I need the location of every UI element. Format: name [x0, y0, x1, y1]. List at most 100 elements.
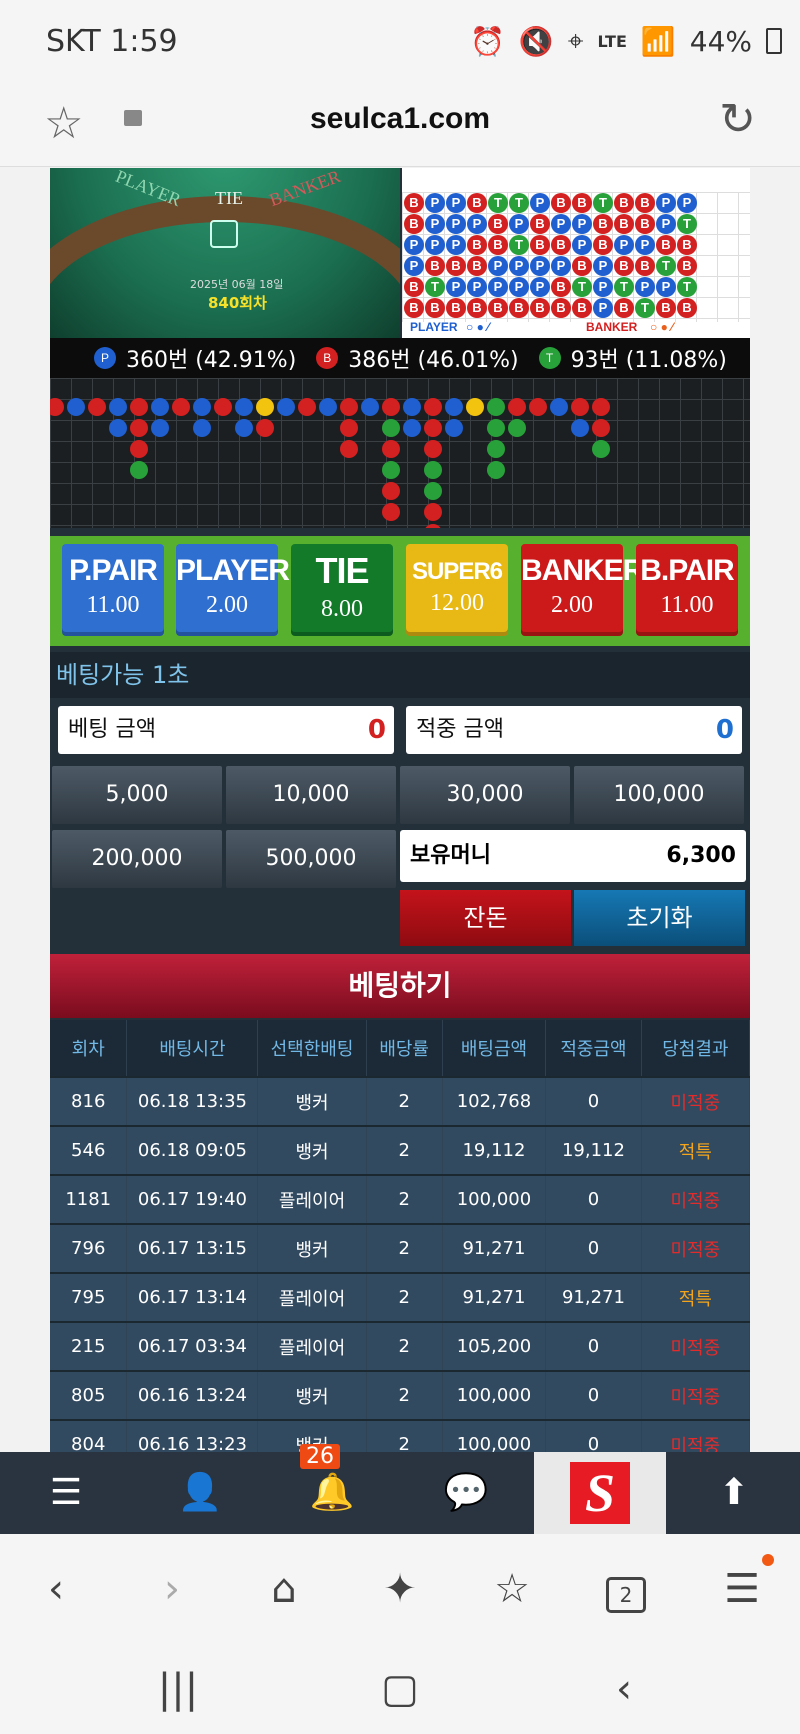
url-text[interactable]: seulca1.com: [0, 102, 800, 136]
chat-icon[interactable]: 💬: [436, 1470, 496, 1516]
reload-icon[interactable]: ↻: [719, 94, 756, 145]
table-cell: 06.18 13:35: [126, 1076, 259, 1126]
table-cell: 뱅커: [257, 1125, 367, 1175]
big-road-marker: [256, 419, 274, 437]
roadmap-bead: B: [551, 235, 571, 255]
table-cell: 뱅커: [257, 1370, 367, 1420]
roadmap-bead: B: [656, 298, 676, 318]
table-cell: 546: [50, 1125, 128, 1175]
big-road-marker: [424, 398, 442, 416]
bet-history: 회차 배팅시간 선택한배팅 배당률 배팅금액 적중금액 당첨결과 816 06.1…: [50, 1020, 750, 1452]
table-cell: 06.17 13:14: [126, 1272, 259, 1322]
roadmap-bead: T: [677, 277, 697, 297]
bet-odds: 2.00: [551, 592, 593, 618]
site-logo[interactable]: S: [534, 1452, 666, 1534]
change-button[interactable]: 잔돈: [400, 890, 571, 946]
bet-b-pair-button[interactable]: B.PAIR 11.00: [636, 544, 738, 636]
legend-player-markers: ○ ● ⁄: [466, 320, 490, 334]
table-cell: 100,000: [442, 1174, 547, 1224]
tabs-icon[interactable]: 2: [596, 1566, 656, 1613]
table-cell: 2: [366, 1370, 443, 1420]
mute-icon: 🔇: [518, 24, 554, 58]
table-cell: 미적중: [641, 1174, 750, 1224]
location-icon: ⌖: [567, 24, 584, 57]
bet-banker-button[interactable]: BANKER 2.00: [521, 544, 644, 636]
roadmap-bead: B: [572, 256, 592, 276]
roadmap-bead: T: [614, 277, 634, 297]
browser-toolbar: ‹ › ⌂ ✦ ☆ 2 ☰: [0, 1534, 800, 1652]
big-road-marker: [361, 398, 379, 416]
balance-field: 보유머니 6,300: [400, 830, 746, 882]
big-road-marker: [214, 398, 232, 416]
bead-roadmap: BPPBTTPBBTBBPPBPPPBPBPPBBBPTPPPBBTBBPBPP…: [402, 168, 750, 338]
big-road-marker: [382, 482, 400, 500]
home-button-icon[interactable]: ▢: [370, 1666, 430, 1712]
home-icon[interactable]: ⌂: [254, 1566, 314, 1612]
big-road-marker: [256, 398, 274, 416]
big-road-marker: [466, 398, 484, 416]
bet-amount-field[interactable]: 베팅 금액 0: [58, 706, 394, 754]
big-road-marker: [50, 398, 64, 416]
chip-30000-button[interactable]: 30,000: [400, 766, 570, 824]
bet-amount-label: 베팅 금액: [68, 717, 156, 742]
roadmap-bead: B: [677, 235, 697, 255]
chip-200000-button[interactable]: 200,000: [52, 830, 222, 888]
big-road-marker: [235, 419, 253, 437]
chip-5000-button[interactable]: 5,000: [52, 766, 222, 824]
menu-icon[interactable]: ☰: [36, 1470, 96, 1516]
system-back-icon[interactable]: ‹: [594, 1666, 654, 1712]
bet-player-button[interactable]: PLAYER 2.00: [176, 544, 290, 636]
big-road-marker: [109, 398, 127, 416]
tie-stat-text: 93번 (11.08%): [570, 348, 727, 373]
roadmap-bead: B: [593, 235, 613, 255]
col-time: 배팅시간: [126, 1020, 259, 1077]
bet-p-pair-button[interactable]: P.PAIR 11.00: [62, 544, 164, 636]
chip-10000-button[interactable]: 10,000: [226, 766, 396, 824]
roadmap-bead: B: [425, 298, 445, 318]
roadmap-bead: P: [509, 256, 529, 276]
roadmap-bead: B: [614, 214, 634, 234]
place-bet-button[interactable]: 베팅하기: [50, 954, 750, 1018]
bell-icon[interactable]: 🔔: [302, 1470, 362, 1516]
big-road-marker: [109, 419, 127, 437]
favorites-icon[interactable]: ☆: [482, 1566, 542, 1612]
scroll-top-icon[interactable]: ⬆: [704, 1470, 764, 1516]
table-cell: 뱅커: [257, 1223, 367, 1273]
recents-icon[interactable]: |||: [148, 1666, 208, 1712]
sparkle-icon[interactable]: ✦: [370, 1566, 430, 1612]
chip-500000-button[interactable]: 500,000: [226, 830, 396, 888]
table-row: 1181 06.17 19:40 플레이어 2 100,000 0 미적중: [50, 1174, 750, 1224]
table-cell: 2: [366, 1321, 443, 1371]
win-amount-field[interactable]: 적중 금액 0: [406, 706, 742, 754]
roadmap-bead: B: [614, 193, 634, 213]
bet-super6-button[interactable]: SUPER6 12.00: [406, 544, 508, 636]
table-cell: 2: [366, 1076, 443, 1126]
status-bar: SKT 1:59 ⏰ 🔇 ⌖ LTE 📶 44%: [0, 0, 800, 86]
user-icon[interactable]: 👤: [170, 1470, 230, 1516]
table-cell: 미적중: [641, 1321, 750, 1371]
col-choice: 선택한배팅: [257, 1020, 367, 1077]
chip-100000-button[interactable]: 100,000: [574, 766, 744, 824]
system-nav-bar: ||| ▢ ‹: [0, 1652, 800, 1734]
bet-tie-button[interactable]: TIE 8.00: [291, 544, 393, 636]
back-icon[interactable]: ‹: [26, 1566, 86, 1612]
table-cell: 0: [545, 1223, 642, 1273]
forward-icon[interactable]: ›: [142, 1566, 202, 1612]
reset-button[interactable]: 초기화: [574, 890, 745, 946]
big-road-marker: [382, 440, 400, 458]
roadmap-bead: P: [488, 277, 508, 297]
legend-player: PLAYER: [410, 320, 458, 334]
menu-notification-dot: [762, 1554, 774, 1566]
browser-menu-icon[interactable]: ☰: [712, 1566, 772, 1612]
roadmap-bead: B: [488, 214, 508, 234]
big-road-marker: [130, 419, 148, 437]
history-table: 회차 배팅시간 선택한배팅 배당률 배팅금액 적중금액 당첨결과 816 06.1…: [50, 1020, 750, 1452]
roadmap-bead: B: [635, 256, 655, 276]
table-cell: 804: [50, 1419, 128, 1452]
bet-name: SUPER6: [411, 558, 503, 585]
table-cell: 플레이어: [257, 1272, 367, 1322]
table-cell: 100,000: [442, 1370, 547, 1420]
roadmap-bead: P: [446, 193, 466, 213]
big-road-marker: [88, 398, 106, 416]
site-logo-icon: S: [570, 1462, 630, 1524]
